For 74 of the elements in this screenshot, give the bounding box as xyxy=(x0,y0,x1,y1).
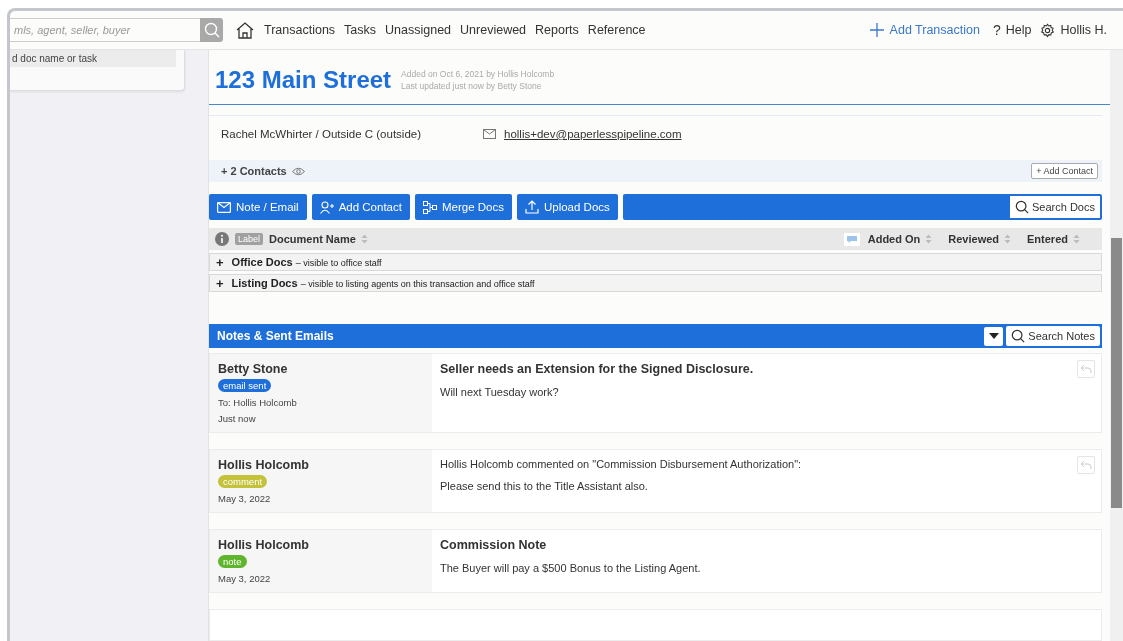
document-group-row[interactable]: + Listing Docs – visible to listing agents on this transaction and office staff xyxy=(209,274,1102,292)
column-header[interactable]: Document Name xyxy=(269,233,368,245)
sort-icon xyxy=(360,234,368,244)
plus-icon xyxy=(869,23,884,37)
settings-icon xyxy=(1040,22,1056,38)
updated-info: Last updated just now by Betty Stone xyxy=(401,80,543,92)
info-icon[interactable] xyxy=(215,232,229,246)
mail-icon xyxy=(483,129,496,139)
document-group-row[interactable]: + Office Docs – visible to office staff xyxy=(209,253,1102,271)
home-icon[interactable] xyxy=(235,21,255,39)
column-header[interactable]: Reviewed xyxy=(948,233,1012,245)
column-header[interactable]: Entered xyxy=(1027,233,1080,245)
nav-link[interactable]: Tasks xyxy=(344,23,377,37)
group-label: Office Docs – visible to office staff xyxy=(231,256,382,268)
note-badge: note xyxy=(218,555,247,568)
search-notes-button[interactable]: Search Notes xyxy=(1006,326,1100,346)
nav-link[interactable]: Unreviewed xyxy=(460,23,527,37)
user-menu[interactable]: Hollis H. xyxy=(1040,22,1107,38)
notes-title: Notes & Sent Emails xyxy=(217,329,334,343)
add-transaction-link[interactable]: Add Transaction xyxy=(869,23,980,37)
note-title: Seller needs an Extension for the Signed Disclosure. xyxy=(440,362,754,376)
help-link[interactable]: ? Help xyxy=(992,22,1032,38)
add-contact-button[interactable]: + Add Contact xyxy=(1031,163,1098,179)
merge-icon xyxy=(422,200,437,214)
note-meta: May 3, 2022 xyxy=(218,493,271,504)
caret-icon xyxy=(988,333,999,339)
search-icon xyxy=(1015,200,1029,214)
contacts-toggle[interactable]: + 2 Contacts xyxy=(221,165,287,177)
reply-icon xyxy=(1080,460,1092,470)
note-meta: May 3, 2022 xyxy=(218,573,271,584)
nav-link[interactable]: Reports xyxy=(535,23,579,37)
mail-icon xyxy=(217,201,231,213)
toolbar-button[interactable]: Note / Email xyxy=(209,194,307,220)
sort-icon xyxy=(1073,234,1080,244)
note-meta: Just now xyxy=(218,413,256,424)
scrollbar[interactable] xyxy=(1110,50,1123,641)
expand-toggle[interactable]: + xyxy=(216,275,224,291)
transaction-title: 123 Main Street xyxy=(215,66,392,94)
contact-name: Rachel McWhirter / Outside C (outside) xyxy=(221,128,423,140)
note-author: Betty Stone xyxy=(218,362,288,376)
toolbar-button[interactable]: Upload Docs xyxy=(516,194,618,220)
note-title: Hollis Holcomb commented on "Commission Disbursement Authorization": xyxy=(440,458,802,470)
added-info: Added on Oct 6, 2021 by Hollis Holcomb xyxy=(401,68,555,80)
note-badge: comment xyxy=(218,475,268,488)
dropdown-button[interactable] xyxy=(984,326,1004,346)
group-label: Listing Docs – visible to listing agents on this transaction and office staff xyxy=(231,277,535,289)
note-author: Hollis Holcomb xyxy=(218,458,309,472)
eye-icon[interactable] xyxy=(291,166,305,176)
add-person-icon xyxy=(319,200,334,214)
nav-link[interactable]: Unassigned xyxy=(385,23,452,37)
nav-link[interactable]: Reference xyxy=(587,23,646,37)
note-author: Hollis Holcomb xyxy=(218,538,309,552)
dropdown-item[interactable]: d doc name or task xyxy=(10,50,176,67)
note-badge: email sent xyxy=(218,379,272,392)
column-header[interactable]: Added On xyxy=(867,233,933,245)
note-body: Will next Tuesday work? xyxy=(440,386,560,398)
toolbar-button[interactable]: Add Contact xyxy=(311,194,410,220)
note-meta: To: Hollis Holcomb xyxy=(218,397,297,408)
note-body: The Buyer will pay a $500 Bonus to the Listing Agent. xyxy=(440,562,701,574)
search-icon xyxy=(1011,329,1026,343)
sort-icon xyxy=(925,234,933,244)
nav-link[interactable]: Transactions xyxy=(264,23,336,37)
contact-email-link[interactable]: hollis+dev@paperlesspipeline.com xyxy=(504,128,682,140)
toolbar-button[interactable]: Merge Docs xyxy=(414,194,512,220)
reply-icon xyxy=(1080,364,1092,374)
upload-icon xyxy=(524,200,539,214)
sort-icon xyxy=(1004,234,1012,244)
label-tag: Label xyxy=(235,233,264,245)
search-button[interactable] xyxy=(200,18,223,42)
note-body: Please send this to the Title Assistant also. xyxy=(440,480,649,492)
comment-icon xyxy=(843,232,860,246)
note-title: Commission Note xyxy=(440,538,548,552)
search-docs-button[interactable]: Search Docs xyxy=(1008,194,1102,220)
expand-toggle[interactable]: + xyxy=(216,254,224,270)
